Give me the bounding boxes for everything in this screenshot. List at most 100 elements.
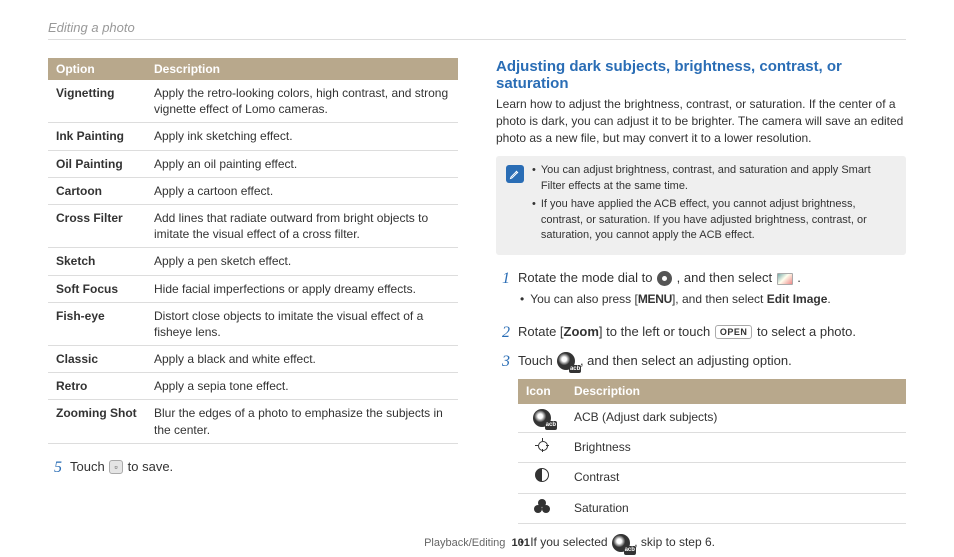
option-name: Classic xyxy=(48,346,146,373)
page-footer: Playback/Editing 101 xyxy=(0,537,954,549)
col-header-description: Description xyxy=(566,379,906,404)
text: You can also press [ xyxy=(530,292,638,306)
text: ] to the left or touch xyxy=(599,324,714,339)
save-icon: ▫ xyxy=(109,460,123,474)
option-name: Oil Painting xyxy=(48,150,146,177)
option-desc: Add lines that radiate outward from brig… xyxy=(146,204,458,247)
text: Touch xyxy=(70,459,108,474)
step-5: 5 Touch ▫ to save. xyxy=(48,458,458,477)
table-row: CartoonApply a cartoon effect. xyxy=(48,177,458,204)
table-row: Contrast xyxy=(518,463,906,493)
table-header-row: Icon Description xyxy=(518,379,906,404)
option-name: Vignetting xyxy=(48,80,146,123)
right-column: Adjusting dark subjects, brightness, con… xyxy=(496,58,906,552)
open-button-icon: OPEN xyxy=(715,325,753,339)
left-column: Option Description VignettingApply the r… xyxy=(48,58,458,552)
step-sub-bullet: • You can also press [MENU], and then se… xyxy=(518,291,906,308)
menu-button-label: MENU xyxy=(638,292,672,306)
contrast-icon xyxy=(535,468,549,482)
option-desc: ACB (Adjust dark subjects) xyxy=(566,404,906,433)
step-text: Rotate the mode dial to , and then selec… xyxy=(518,269,906,308)
acb-icon xyxy=(533,409,551,427)
step-number: 3 xyxy=(496,352,510,371)
adjust-icon xyxy=(557,352,575,370)
text: Rotate the mode dial to xyxy=(518,270,656,285)
step-text: Touch , and then select an adjusting opt… xyxy=(518,352,906,552)
table-row: Oil PaintingApply an oil painting effect… xyxy=(48,150,458,177)
zoom-bold: Zoom xyxy=(564,324,599,339)
table-row: Saturation xyxy=(518,493,906,523)
table-row: VignettingApply the retro-looking colors… xyxy=(48,80,458,123)
table-row: RetroApply a sepia tone effect. xyxy=(48,373,458,400)
col-header-option: Option xyxy=(48,58,146,80)
text: to select a photo. xyxy=(757,324,856,339)
adjust-options-table: Icon Description ACB (Adjust dark subjec… xyxy=(518,379,906,525)
text: Touch xyxy=(518,353,556,368)
brightness-icon xyxy=(535,438,549,452)
step-text: Rotate [Zoom] to the left or touch OPEN … xyxy=(518,323,906,342)
effects-table: Option Description VignettingApply the r… xyxy=(48,58,458,444)
col-header-description: Description xyxy=(146,58,458,80)
table-header-row: Option Description xyxy=(48,58,458,80)
table-row: Cross FilterAdd lines that radiate outwa… xyxy=(48,204,458,247)
step-number: 5 xyxy=(48,458,62,477)
icon-cell xyxy=(518,493,566,523)
mode-dial-icon xyxy=(657,271,672,286)
option-desc: Apply a cartoon effect. xyxy=(146,177,458,204)
page-header: Editing a photo xyxy=(48,20,906,40)
table-row: ACB (Adjust dark subjects) xyxy=(518,404,906,433)
saturation-icon xyxy=(534,499,550,513)
option-desc: Distort close objects to imitate the vis… xyxy=(146,302,458,345)
step-2: 2 Rotate [Zoom] to the left or touch OPE… xyxy=(496,323,906,342)
page-number: 101 xyxy=(512,537,530,549)
option-desc: Saturation xyxy=(566,493,906,523)
table-row: Fish-eyeDistort close objects to imitate… xyxy=(48,302,458,345)
text: . xyxy=(797,270,801,285)
text: to save. xyxy=(128,459,174,474)
option-name: Zooming Shot xyxy=(48,400,146,443)
note-box: •You can adjust brightness, contrast, an… xyxy=(496,156,906,255)
option-name: Cross Filter xyxy=(48,204,146,247)
option-name: Sketch xyxy=(48,248,146,275)
text: , and then select xyxy=(677,270,776,285)
note-icon xyxy=(506,165,524,183)
table-row: Ink PaintingApply ink sketching effect. xyxy=(48,123,458,150)
icon-cell xyxy=(518,463,566,493)
option-desc: Apply ink sketching effect. xyxy=(146,123,458,150)
option-desc: Apply a pen sketch effect. xyxy=(146,248,458,275)
option-desc: Blur the edges of a photo to emphasize t… xyxy=(146,400,458,443)
option-name: Ink Painting xyxy=(48,123,146,150)
text: Rotate [ xyxy=(518,324,564,339)
note-content: •You can adjust brightness, contrast, an… xyxy=(532,163,896,246)
option-name: Fish-eye xyxy=(48,302,146,345)
option-desc: Hide facial imperfections or apply dream… xyxy=(146,275,458,302)
text: . xyxy=(827,292,830,306)
table-row: SketchApply a pen sketch effect. xyxy=(48,248,458,275)
step-text: Touch ▫ to save. xyxy=(70,458,458,477)
option-desc: Apply the retro-looking colors, high con… xyxy=(146,80,458,123)
table-row: Brightness xyxy=(518,433,906,463)
option-name: Retro xyxy=(48,373,146,400)
option-desc: Apply a black and white effect. xyxy=(146,346,458,373)
table-row: Zooming ShotBlur the edges of a photo to… xyxy=(48,400,458,443)
step-number: 2 xyxy=(496,323,510,342)
option-desc: Apply a sepia tone effect. xyxy=(146,373,458,400)
two-column-layout: Option Description VignettingApply the r… xyxy=(48,58,906,552)
option-desc: Contrast xyxy=(566,463,906,493)
step-3: 3 Touch , and then select an adjusting o… xyxy=(496,352,906,552)
icon-cell xyxy=(518,404,566,433)
text: , and then select an adjusting option. xyxy=(580,353,792,368)
step-number: 1 xyxy=(496,269,510,288)
option-desc: Apply an oil painting effect. xyxy=(146,150,458,177)
note-item: If you have applied the ACB effect, you … xyxy=(541,197,896,243)
edit-image-bold: Edit Image xyxy=(767,292,828,306)
step-1: 1 Rotate the mode dial to , and then sel… xyxy=(496,269,906,308)
intro-paragraph: Learn how to adjust the brightness, cont… xyxy=(496,96,906,146)
table-row: ClassicApply a black and white effect. xyxy=(48,346,458,373)
table-row: Soft FocusHide facial imperfections or a… xyxy=(48,275,458,302)
col-header-icon: Icon xyxy=(518,379,566,404)
footer-section: Playback/Editing xyxy=(424,537,505,549)
edit-image-thumbnail-icon xyxy=(777,273,793,285)
option-desc: Brightness xyxy=(566,433,906,463)
option-name: Soft Focus xyxy=(48,275,146,302)
